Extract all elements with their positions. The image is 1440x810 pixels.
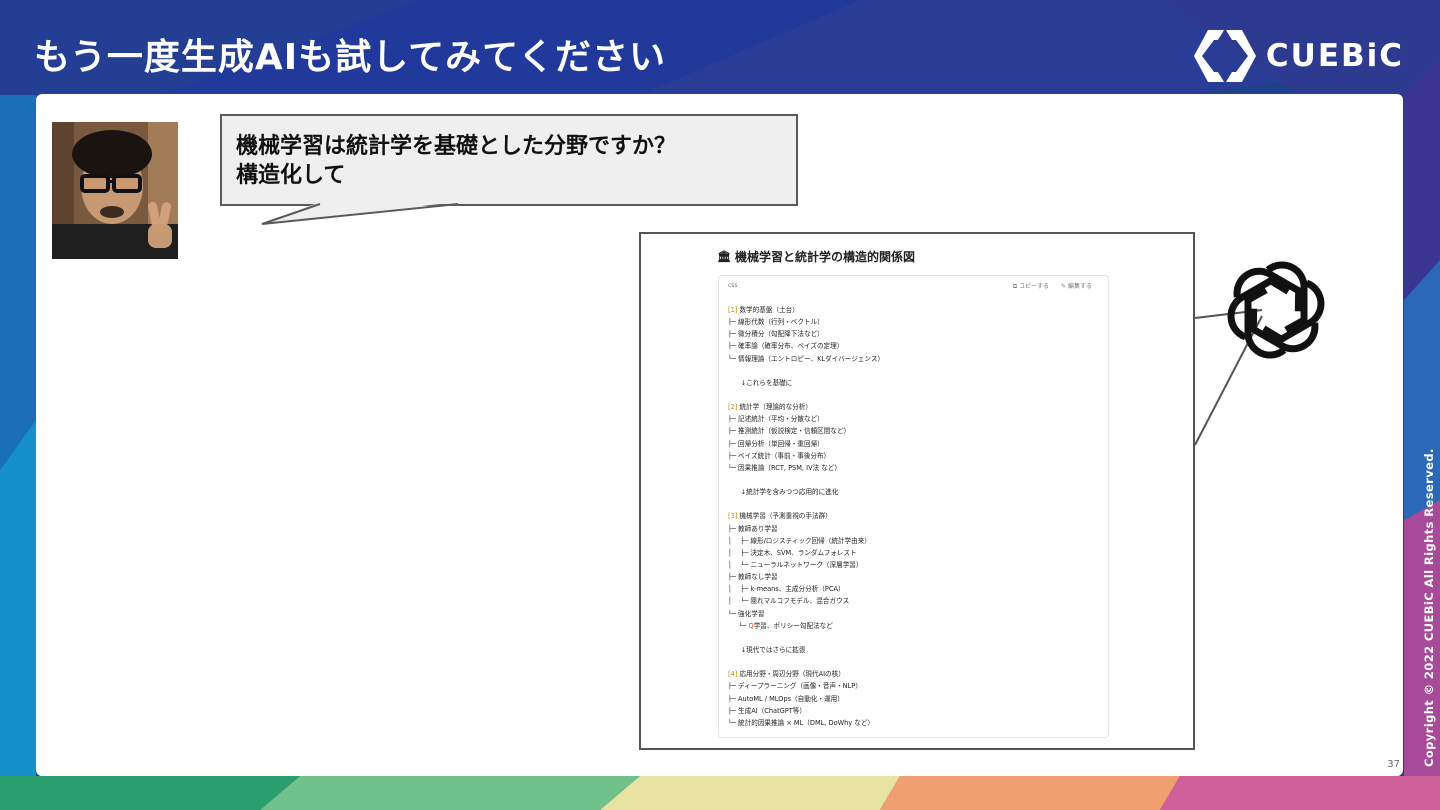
- content-panel: 機械学習は統計学を基礎とした分野ですか？ 構造化して 🏛 機械学習と統計学の構造…: [36, 94, 1403, 776]
- code-line: [1] 数学的基盤（土台）: [728, 306, 799, 314]
- prompt-line-2: 構造化して: [236, 163, 346, 188]
- code-line: ├─ AutoML / MLOps（自動化・運用）: [728, 694, 844, 703]
- code-line: ├─ ディープラーニング（画像・音声・NLP）: [728, 682, 862, 691]
- code-line: ├─ 教師なし学習: [728, 573, 778, 582]
- response-title: 機械学習と統計学の構造的関係図: [734, 250, 915, 264]
- copy-button[interactable]: ⧉ コピーする: [1013, 281, 1049, 291]
- code-line: ↓統計学を含みつつ応用的に進化: [728, 488, 839, 497]
- code-line: ├─ ベイズ統計（事前・事後分布）: [728, 451, 831, 460]
- response-title-row: 🏛 機械学習と統計学の構造的関係図: [717, 248, 915, 265]
- code-line: └─ 強化学習: [728, 609, 765, 618]
- code-line: └─ 統計的因果推論 × ML（DML, DoWhy など）: [728, 718, 875, 727]
- page-number: 37: [1387, 759, 1400, 770]
- code-language: css: [728, 282, 738, 289]
- cuebic-logo-icon: [1193, 30, 1256, 82]
- response-screenshot: 🏛 機械学習と統計学の構造的関係図 css ⧉ コピーする ✎ 編集する [1]…: [639, 232, 1195, 750]
- prompt-bubble: 機械学習は統計学を基礎とした分野ですか？ 構造化して: [220, 114, 798, 206]
- code-line: ├─ 確率論（確率分布、ベイズの定理）: [728, 342, 844, 351]
- cuebic-logo: CUEBiC: [1193, 28, 1404, 84]
- code-line: │ ├─ 線形/ロジスティック回帰（統計学由来）: [728, 536, 871, 545]
- code-line: ↓現代ではさらに拡張: [728, 645, 806, 654]
- prompt-line-1: 機械学習は統計学を基礎とした分野ですか？: [236, 134, 677, 159]
- code-line: ├─ 微分積分（勾配降下法など）: [728, 330, 824, 339]
- logo-text: CUEBiC: [1265, 38, 1404, 74]
- code-line: ├─ 推測統計（仮説検定・信頼区間など）: [728, 427, 851, 436]
- code-line: │ └─ 隠れマルコフモデル、混合ガウス: [728, 597, 850, 606]
- code-actions: ⧉ コピーする ✎ 編集する: [1013, 281, 1092, 291]
- code-block: css ⧉ コピーする ✎ 編集する [1] 数学的基盤（土台） ├─ 線形代数（…: [718, 275, 1109, 738]
- code-line: └─ Q学習、ポリシー勾配法など: [728, 621, 833, 630]
- edit-button[interactable]: ✎ 編集する: [1061, 281, 1092, 291]
- code-lines: [1] 数学的基盤（土台） ├─ 線形代数（行列・ベクトル） ├─ 微分積分（勾配降…: [728, 304, 884, 729]
- edit-label: 編集する: [1067, 283, 1092, 290]
- code-line: ├─ 教師あり学習: [728, 524, 778, 533]
- bank-icon: 🏛: [717, 250, 731, 263]
- code-line: [3] 機械学習（予測重視の手法群）: [728, 512, 832, 521]
- avatar: [52, 122, 178, 259]
- code-line: │ └─ ニューラルネットワーク（深層学習）: [728, 560, 863, 569]
- code-line: ↓これらを基礎に: [728, 378, 793, 387]
- code-line: ├─ 記述統計（平均・分散など）: [728, 415, 824, 424]
- code-header: css ⧉ コピーする ✎ 編集する: [719, 276, 1108, 298]
- openai-logo-icon: [1226, 260, 1326, 360]
- copy-label: コピーする: [1019, 283, 1050, 290]
- copyright-text: Copyright © 2022 CUEBiC All Rights Reser…: [1422, 448, 1436, 767]
- code-line: └─ 情報理論（エントロピー、KLダイバージェンス）: [728, 354, 885, 363]
- code-line: ├─ 生成AI（ChatGPT等）: [728, 706, 806, 715]
- code-line: └─ 因果推論（RCT, PSM, IV法 など）: [728, 463, 842, 472]
- slide-title: もう一度生成AIも試してみてください: [34, 37, 667, 78]
- bubble-tail: [261, 202, 459, 225]
- code-line: [2] 統計学（理論的な分析）: [728, 403, 812, 412]
- code-line: │ ├─ 決定木、SVM、ランダムフォレスト: [728, 548, 857, 557]
- edit-icon: ✎: [1061, 283, 1068, 290]
- code-line: │ ├─ k-means、主成分分析（PCA）: [728, 585, 845, 594]
- code-line: ├─ 回帰分析（単回帰・重回帰）: [728, 439, 824, 448]
- code-line: [4] 応用分野・周辺分野（現代AIの核）: [728, 670, 845, 679]
- code-line: ├─ 線形代数（行列・ベクトル）: [728, 318, 824, 327]
